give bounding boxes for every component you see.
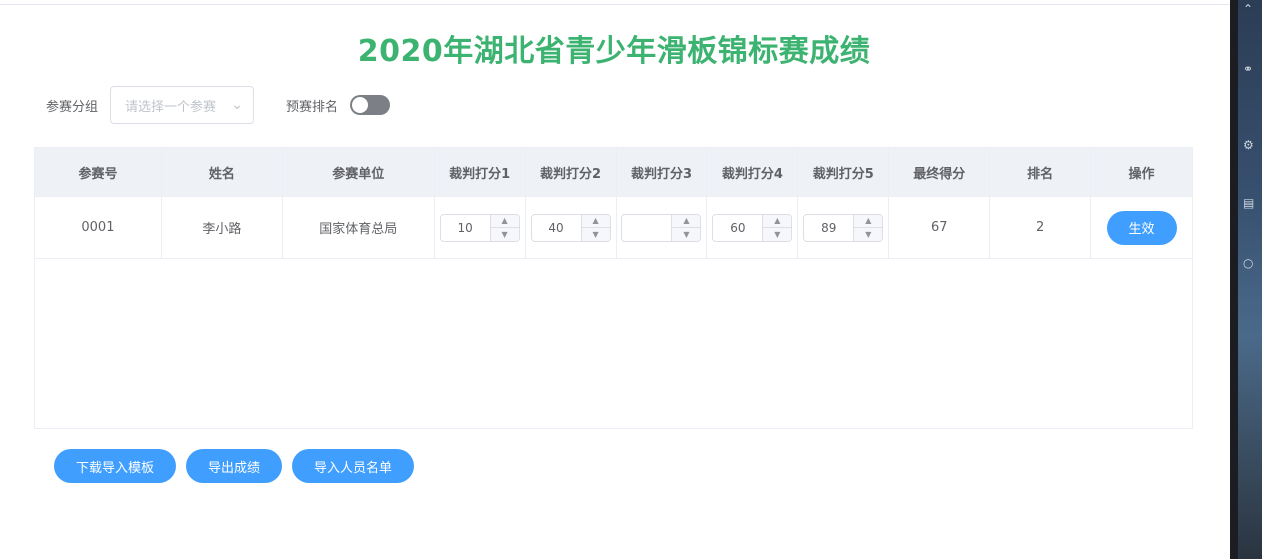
- header-score-2: 裁判打分2: [526, 148, 617, 196]
- score-2-value[interactable]: 40: [532, 215, 581, 241]
- toggle-knob: [352, 97, 369, 113]
- table-row: 0001 李小路 国家体育总局 10 ▲ ▼ 40 ▲ ▼ ▲ ▼ 60 ▲ ▼…: [35, 197, 1192, 259]
- increase-icon[interactable]: ▲: [581, 215, 610, 228]
- increase-icon[interactable]: ▲: [672, 215, 701, 228]
- cell-action: 生效: [1091, 197, 1192, 258]
- cell-id: 0001: [35, 197, 162, 258]
- group-select-placeholder: 请选择一个参赛: [125, 99, 217, 115]
- background-edge-dark: [1230, 0, 1238, 559]
- cell-score-4: 60 ▲ ▼: [707, 197, 799, 258]
- decrease-icon[interactable]: ▼: [763, 228, 791, 241]
- cell-score-2: 40 ▲ ▼: [526, 197, 617, 258]
- cell-rank: 2: [990, 197, 1092, 258]
- cell-final: 67: [889, 197, 991, 258]
- header-score-1: 裁判打分1: [435, 148, 526, 196]
- header-action: 操作: [1128, 166, 1155, 182]
- increase-icon[interactable]: ▲: [490, 215, 519, 228]
- score-4-input[interactable]: 60 ▲ ▼: [712, 213, 793, 242]
- import-roster-button[interactable]: 导入人员名单: [292, 449, 415, 483]
- filter-bar: 参赛分组 请选择一个参赛 ⌄ 预赛排名: [46, 85, 391, 125]
- header-score-4: 裁判打分4: [707, 148, 799, 196]
- gear-icon: ⚙: [1243, 138, 1254, 152]
- group-label: 参赛分组: [46, 99, 99, 115]
- share-icon: ⚭: [1243, 62, 1254, 76]
- score-5-input[interactable]: 89 ▲ ▼: [803, 213, 884, 242]
- results-table: 参赛号 姓名 参赛单位 裁判打分1 裁判打分2 裁判打分3 裁判打分4 裁判打分…: [34, 147, 1193, 429]
- header-score-5: 裁判打分5: [798, 148, 890, 196]
- score-4-value[interactable]: 60: [713, 215, 762, 241]
- header-id: 参赛号: [35, 148, 162, 196]
- background-edge: ⌃ ⚭ ⚙ ▤ ○: [1230, 0, 1262, 559]
- cell-score-5: 89 ▲ ▼: [798, 197, 890, 258]
- chevron-up-icon: ⌃: [1243, 2, 1254, 16]
- background-image: [1238, 0, 1262, 559]
- prelim-label: 预赛排名: [286, 99, 339, 115]
- header-name: 姓名: [162, 148, 283, 196]
- header-final: 最终得分: [889, 148, 991, 196]
- score-1-value[interactable]: 10: [441, 215, 490, 241]
- decrease-icon[interactable]: ▼: [672, 228, 700, 241]
- chevron-down-icon: ⌄: [231, 97, 244, 113]
- cell-score-1: 10 ▲ ▼: [435, 197, 526, 258]
- score-3-input[interactable]: ▲ ▼: [621, 213, 702, 242]
- action-bar: 下载导入模板 导出成绩 导入人员名单: [54, 449, 415, 483]
- header-score-3: 裁判打分3: [617, 148, 708, 196]
- export-scores-button[interactable]: 导出成绩: [186, 449, 283, 483]
- decrease-icon[interactable]: ▼: [582, 228, 610, 241]
- score-3-value[interactable]: [622, 215, 671, 241]
- header-rank: 排名: [990, 148, 1092, 196]
- cell-name: 李小路: [162, 197, 283, 258]
- score-2-input[interactable]: 40 ▲ ▼: [530, 213, 611, 242]
- apply-button[interactable]: 生效: [1106, 210, 1177, 245]
- decrease-icon[interactable]: ▼: [854, 228, 882, 241]
- table-header: 参赛号 姓名 参赛单位 裁判打分1 裁判打分2 裁判打分3 裁判打分4 裁判打分…: [35, 148, 1192, 197]
- page: 2020年湖北省青少年滑板锦标赛成绩 参赛分组 请选择一个参赛 ⌄ 预赛排名 参…: [0, 0, 1262, 559]
- document-icon: ▤: [1243, 196, 1255, 210]
- increase-icon[interactable]: ▲: [854, 215, 883, 228]
- increase-icon[interactable]: ▲: [763, 215, 792, 228]
- top-divider: [0, 4, 1230, 5]
- decrease-icon[interactable]: ▼: [491, 228, 519, 241]
- page-title: 2020年湖北省青少年滑板锦标赛成绩: [357, 34, 871, 69]
- score-1-input[interactable]: 10 ▲ ▼: [439, 213, 520, 242]
- prelim-toggle[interactable]: [350, 95, 391, 115]
- cell-score-3: ▲ ▼: [617, 197, 708, 258]
- cell-unit: 国家体育总局: [283, 197, 435, 258]
- download-template-button[interactable]: 下载导入模板: [54, 449, 177, 483]
- lock-icon: ○: [1243, 256, 1254, 270]
- header-unit: 参赛单位: [283, 148, 435, 196]
- score-5-value[interactable]: 89: [804, 215, 853, 241]
- group-select[interactable]: 请选择一个参赛 ⌄: [110, 86, 255, 124]
